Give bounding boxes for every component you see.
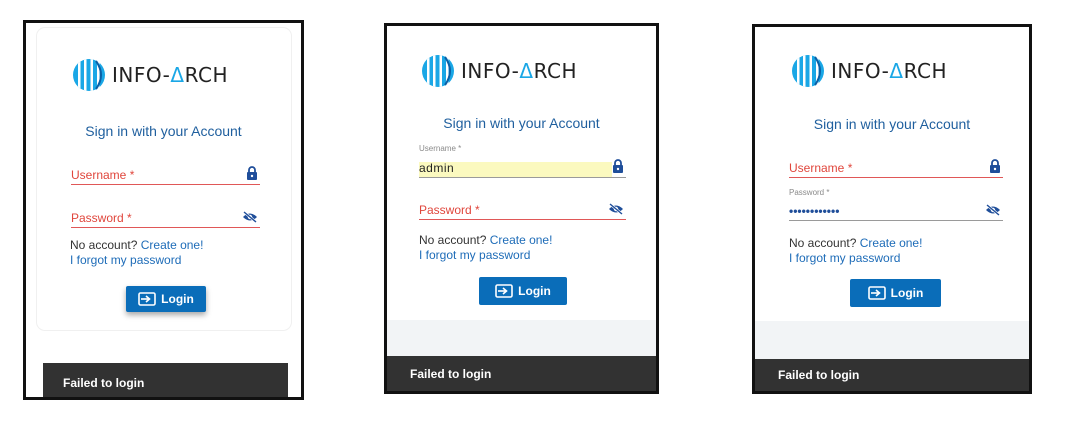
login-panel-1: INFO-ΔRCH Sign in with your Account User… — [23, 20, 304, 400]
logo-globe-icon — [73, 59, 105, 91]
forgot-password-link[interactable]: I forgot my password — [789, 251, 922, 266]
password-field[interactable]: Password * •••••••••••• — [789, 188, 1003, 221]
eye-off-icon[interactable] — [608, 203, 624, 215]
password-label: Password * — [71, 211, 132, 225]
lock-icon — [990, 159, 1000, 173]
login-arrow-icon — [138, 292, 156, 306]
login-button[interactable]: Login — [479, 277, 567, 305]
username-value: admin — [419, 161, 455, 175]
error-message: Failed to login — [410, 366, 492, 381]
brand-logo: INFO-ΔRCH — [72, 58, 228, 92]
eye-off-icon[interactable] — [242, 211, 258, 223]
password-field[interactable]: Password * — [419, 196, 626, 220]
username-small-label: Username * — [419, 144, 462, 153]
logo-globe-icon — [792, 55, 824, 87]
login-label: Login — [161, 292, 194, 306]
lock-icon — [613, 159, 623, 173]
brand-logo: INFO-ΔRCH — [421, 54, 577, 88]
login-panel-3: INFO-ΔRCH Sign in with your Account User… — [752, 24, 1032, 394]
password-field[interactable]: Password * — [71, 204, 260, 228]
no-account-text: No account? — [419, 233, 487, 247]
brand-name: INFO-ΔRCH — [461, 59, 577, 83]
eye-off-icon[interactable] — [985, 204, 1001, 216]
forgot-password-link[interactable]: I forgot my password — [70, 253, 203, 268]
create-account-link[interactable]: Create one! — [141, 238, 204, 252]
account-links: No account? Create one! I forgot my pass… — [789, 236, 922, 266]
password-value: •••••••••••• — [789, 204, 840, 218]
error-message: Failed to login — [778, 368, 860, 382]
username-field[interactable]: Username * — [789, 154, 1003, 178]
create-account-link[interactable]: Create one! — [860, 236, 923, 250]
create-account-link[interactable]: Create one! — [490, 233, 553, 247]
signin-heading: Sign in with your Account — [85, 123, 242, 139]
login-label: Login — [518, 284, 551, 298]
login-button[interactable]: Login — [850, 279, 941, 307]
brand-name: INFO-ΔRCH — [831, 59, 947, 83]
username-label: Username * — [789, 161, 853, 175]
login-panel-2: INFO-ΔRCH Sign in with your Account User… — [384, 23, 659, 394]
error-toast: Failed to login — [43, 363, 288, 397]
login-arrow-icon — [867, 286, 886, 300]
password-label: Password * — [419, 203, 480, 217]
forgot-password-link[interactable]: I forgot my password — [419, 248, 552, 263]
brand-name: INFO-ΔRCH — [112, 63, 228, 87]
login-button[interactable]: Login — [126, 286, 206, 312]
error-toast: Failed to login — [387, 356, 656, 391]
error-toast: Failed to login — [755, 359, 1029, 391]
login-arrow-icon — [495, 284, 513, 298]
lock-icon — [247, 166, 257, 180]
account-links: No account? Create one! I forgot my pass… — [419, 233, 552, 263]
brand-logo: INFO-ΔRCH — [791, 54, 947, 88]
signin-heading: Sign in with your Account — [813, 116, 971, 132]
signin-heading: Sign in with your Account — [443, 115, 600, 131]
logo-globe-icon — [422, 55, 454, 87]
no-account-text: No account? — [70, 238, 138, 252]
error-message: Failed to login — [63, 376, 145, 390]
username-label: Username * — [71, 168, 135, 182]
password-small-label: Password * — [789, 188, 830, 197]
no-account-text: No account? — [789, 236, 857, 250]
login-label: Login — [890, 286, 924, 300]
username-field[interactable]: Username * — [71, 161, 260, 185]
username-field[interactable]: Username * admin — [419, 144, 626, 178]
account-links: No account? Create one! I forgot my pass… — [70, 238, 203, 268]
